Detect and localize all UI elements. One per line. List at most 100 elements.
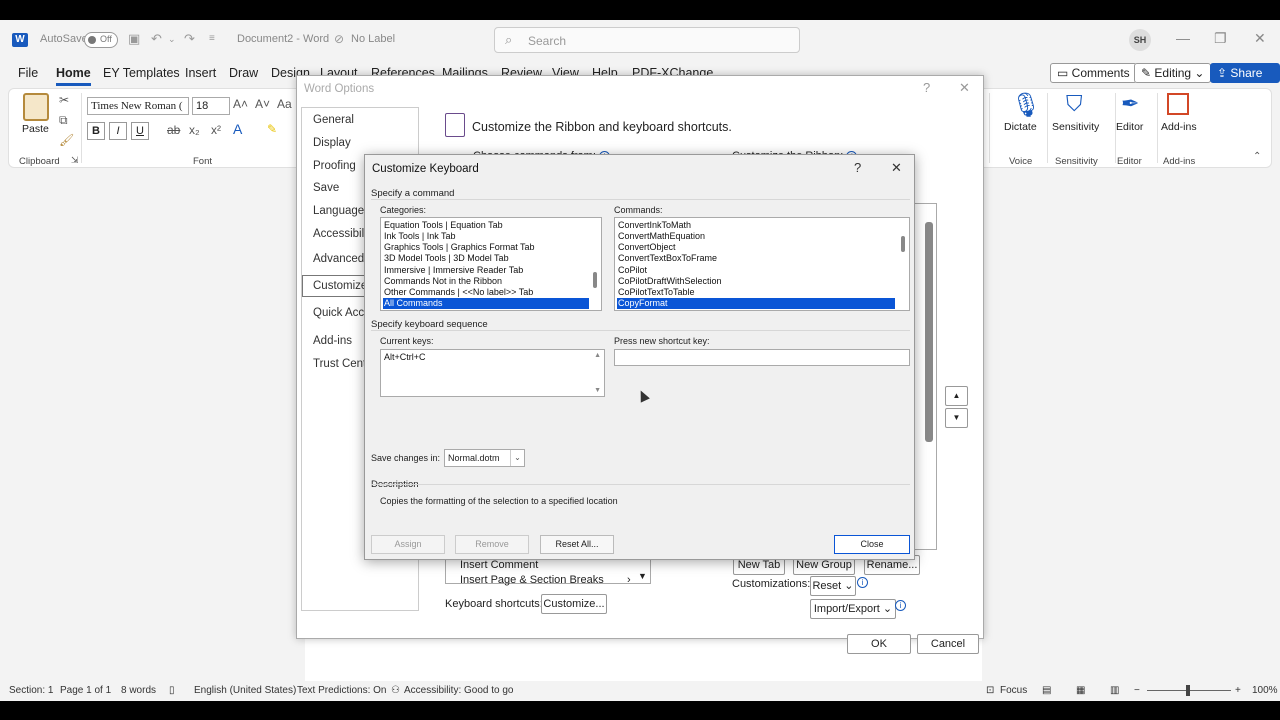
restore-icon[interactable]: ❐ bbox=[1214, 30, 1227, 47]
nav-proofing[interactable]: Proofing bbox=[313, 160, 356, 172]
move-up-button[interactable]: ▲ bbox=[945, 386, 968, 406]
categories-scrollbar[interactable] bbox=[589, 218, 601, 310]
underline-button[interactable]: U bbox=[131, 122, 149, 140]
close-icon[interactable]: ✕ bbox=[891, 160, 902, 176]
language-status[interactable]: English (United States) bbox=[194, 685, 296, 696]
list-item-selected[interactable]: CopyFormat bbox=[617, 298, 895, 309]
list-item[interactable]: Ink Tools | Ink Tab bbox=[383, 231, 589, 242]
text-predictions-status[interactable]: Text Predictions: On bbox=[297, 685, 386, 696]
customize-shortcuts-button[interactable]: Customize... bbox=[541, 594, 607, 614]
sensitivity-icon[interactable]: ⛉ bbox=[1066, 91, 1083, 117]
list-item[interactable]: CoPilotTextToTable bbox=[617, 287, 895, 298]
sensitivity-button[interactable]: Sensitivity bbox=[1052, 121, 1099, 133]
scroll-thumb[interactable] bbox=[593, 272, 597, 288]
paste-button[interactable]: Paste bbox=[22, 123, 49, 135]
list-item[interactable]: Insert Page & Section Breaks bbox=[460, 574, 604, 586]
bold-button[interactable]: B bbox=[87, 122, 105, 140]
add-ins-button[interactable]: Add-ins bbox=[1161, 121, 1197, 133]
font-name-select[interactable]: Times New Roman ( bbox=[87, 97, 189, 115]
editor-button[interactable]: Editor bbox=[1116, 121, 1143, 133]
list-item[interactable]: ConvertInkToMath bbox=[617, 220, 895, 231]
comments-button[interactable]: ▭ Comments bbox=[1050, 63, 1137, 83]
tab-ey-templates[interactable]: EY Templates bbox=[103, 66, 180, 80]
section-status[interactable]: Section: 1 bbox=[9, 685, 53, 696]
editing-button[interactable]: ✎ Editing ⌄ bbox=[1134, 63, 1212, 83]
microphone-icon[interactable]: 🎙 bbox=[1011, 91, 1041, 120]
font-size-select[interactable]: 18 bbox=[192, 97, 230, 115]
list-item[interactable]: ConvertTextBoxToFrame bbox=[617, 253, 895, 264]
word-count[interactable]: 8 words bbox=[121, 685, 156, 696]
move-down-button[interactable]: ▼ bbox=[945, 408, 968, 428]
read-mode-icon[interactable]: ▤ bbox=[1042, 685, 1051, 696]
copy-icon[interactable]: ⧉ bbox=[59, 113, 68, 128]
web-layout-icon[interactable]: ▥ bbox=[1110, 685, 1119, 696]
proofing-icon[interactable]: ▯ bbox=[169, 685, 175, 696]
collapse-ribbon-icon[interactable]: ⌃ bbox=[1253, 151, 1261, 162]
new-shortcut-input[interactable] bbox=[614, 349, 910, 366]
list-item[interactable]: CoPilot bbox=[617, 265, 895, 276]
categories-list[interactable]: Equation Tools | Equation Tab Ink Tools … bbox=[380, 217, 602, 311]
reset-all-button[interactable]: Reset All... bbox=[540, 535, 614, 554]
redo-icon[interactable]: ↷ bbox=[184, 31, 195, 47]
scroll-down-icon[interactable]: ▼ bbox=[638, 571, 647, 581]
focus-button[interactable]: Focus bbox=[1000, 685, 1027, 696]
zoom-out-icon[interactable]: − bbox=[1134, 685, 1140, 696]
scroll-up-icon[interactable]: ▲ bbox=[594, 352, 601, 359]
remove-button[interactable]: Remove bbox=[455, 535, 529, 554]
tab-home[interactable]: Home bbox=[56, 66, 91, 86]
tab-file[interactable]: File bbox=[18, 66, 38, 80]
undo-icon[interactable]: ↶ bbox=[151, 31, 162, 47]
save-changes-select[interactable]: Normal.dotm ⌄ bbox=[444, 449, 525, 467]
nav-general[interactable]: General bbox=[313, 114, 354, 126]
list-item[interactable]: ConvertObject bbox=[617, 242, 895, 253]
assign-button[interactable]: Assign bbox=[371, 535, 445, 554]
autosave-toggle[interactable]: Off bbox=[84, 32, 118, 48]
shrink-font-icon[interactable]: A˅ bbox=[255, 97, 270, 111]
label-status[interactable]: No Label bbox=[351, 33, 395, 45]
dialog-launcher-icon[interactable]: ⇲ bbox=[71, 155, 79, 166]
nav-add-ins[interactable]: Add-ins bbox=[313, 335, 352, 347]
reset-button[interactable]: Reset ⌄ bbox=[810, 576, 856, 596]
print-layout-icon[interactable]: ▦ bbox=[1076, 685, 1085, 696]
list-item[interactable]: Equation Tools | Equation Tab bbox=[383, 220, 589, 231]
list-item[interactable]: Insert Comment bbox=[460, 559, 538, 571]
list-item[interactable]: Alt+Ctrl+C bbox=[383, 352, 426, 363]
list-item[interactable]: Immersive | Immersive Reader Tab bbox=[383, 265, 589, 276]
nav-save[interactable]: Save bbox=[313, 182, 339, 194]
list-item[interactable]: ConvertMathEquation bbox=[617, 231, 895, 242]
paste-icon[interactable] bbox=[23, 93, 49, 121]
import-export-button[interactable]: Import/Export ⌄ bbox=[810, 599, 896, 619]
ok-button[interactable]: OK bbox=[847, 634, 911, 654]
commands-list[interactable]: ConvertInkToMath ConvertMathEquation Con… bbox=[614, 217, 910, 311]
grow-font-icon[interactable]: A˄ bbox=[233, 97, 248, 111]
tree-scroll-thumb[interactable] bbox=[925, 222, 933, 442]
strikethrough-icon[interactable]: ab bbox=[167, 123, 180, 137]
list-item[interactable]: Other Commands | <<No label>> Tab bbox=[383, 287, 589, 298]
help-icon[interactable]: ? bbox=[923, 80, 930, 95]
italic-button[interactable]: I bbox=[109, 122, 127, 140]
dictate-button[interactable]: Dictate bbox=[1004, 121, 1037, 133]
scroll-thumb[interactable] bbox=[901, 236, 905, 252]
tab-insert[interactable]: Insert bbox=[185, 66, 216, 80]
scroll-down-icon[interactable]: ▼ bbox=[594, 387, 601, 394]
add-ins-icon[interactable] bbox=[1167, 93, 1189, 115]
format-painter-icon[interactable]: 🖌 bbox=[59, 133, 74, 147]
undo-dropdown-icon[interactable]: ⌄ bbox=[168, 34, 176, 45]
nav-advanced[interactable]: Advanced bbox=[313, 253, 364, 265]
list-item[interactable]: CoPilotDraftWithSelection bbox=[617, 276, 895, 287]
tab-draw[interactable]: Draw bbox=[229, 66, 258, 80]
close-button[interactable]: Close bbox=[834, 535, 910, 554]
text-effects-icon[interactable]: A bbox=[233, 121, 242, 137]
change-case-icon[interactable]: Aa bbox=[277, 97, 292, 111]
zoom-level[interactable]: 100% bbox=[1252, 685, 1278, 696]
superscript-icon[interactable]: x² bbox=[211, 123, 221, 137]
highlight-icon[interactable]: ✎ bbox=[267, 122, 277, 136]
share-button[interactable]: ⇪ Share ⌄ bbox=[1210, 63, 1280, 98]
minimize-icon[interactable]: — bbox=[1176, 30, 1190, 46]
customize-qat-icon[interactable]: ≡ bbox=[209, 33, 215, 44]
cut-icon[interactable]: ✂ bbox=[59, 93, 69, 107]
cancel-button[interactable]: Cancel bbox=[917, 634, 979, 654]
close-window-icon[interactable]: ✕ bbox=[1254, 30, 1266, 47]
current-keys-list[interactable]: Alt+Ctrl+C ▲ ▼ bbox=[380, 349, 605, 397]
list-item-selected[interactable]: All Commands bbox=[383, 298, 589, 309]
